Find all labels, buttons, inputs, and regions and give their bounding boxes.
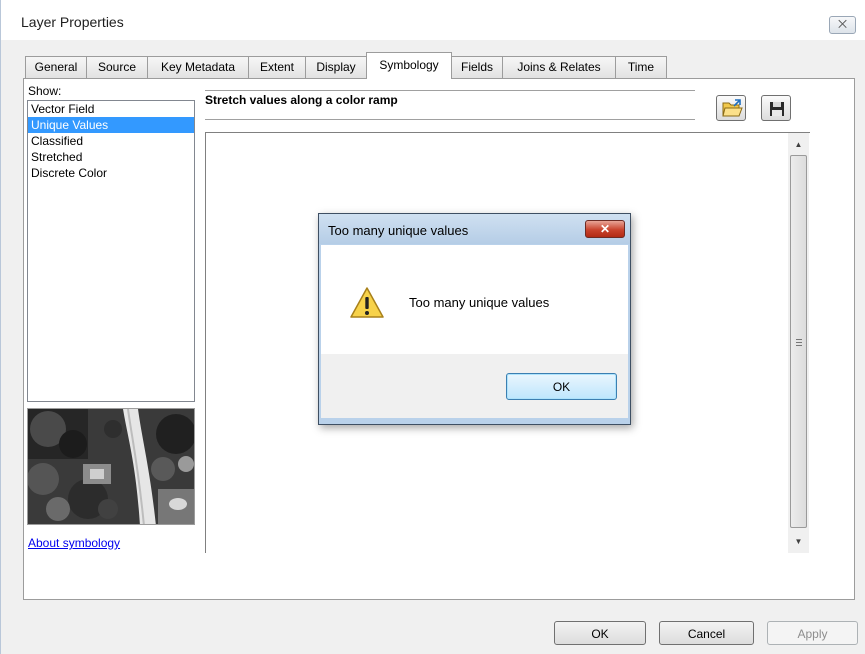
message-footer: OK	[321, 354, 628, 418]
warning-icon	[350, 287, 384, 318]
tab-time[interactable]: Time	[615, 56, 667, 78]
folder-open-icon	[722, 99, 743, 117]
renderer-list[interactable]: Vector Field Unique Values Classified St…	[27, 100, 195, 402]
show-label: Show:	[28, 84, 62, 98]
message-ok-button[interactable]: OK	[506, 373, 617, 400]
ok-button[interactable]: OK	[554, 621, 646, 645]
message-body: Too many unique values	[321, 245, 628, 354]
message-text: Too many unique values	[409, 295, 550, 310]
scroll-up-icon[interactable]: ▲	[788, 136, 809, 153]
renderer-item-vector-field[interactable]: Vector Field	[28, 101, 194, 117]
message-close-button[interactable]: ✕	[585, 220, 625, 238]
renderer-heading: Stretch values along a color ramp	[205, 90, 695, 107]
close-button[interactable]: ⨉	[829, 16, 856, 34]
symbology-preview-image	[27, 408, 195, 525]
aerial-photo-thumbnail	[28, 409, 194, 524]
title-bar: Layer Properties ⨉	[1, 0, 865, 40]
scroll-thumb[interactable]	[790, 155, 807, 528]
close-icon: ⨉	[838, 19, 847, 31]
renderer-item-discrete-color[interactable]: Discrete Color	[28, 165, 194, 181]
floppy-disk-icon	[770, 102, 784, 116]
scroll-down-icon[interactable]: ▼	[788, 533, 809, 550]
tab-general[interactable]: General	[25, 56, 87, 78]
message-title: Too many unique values	[328, 223, 469, 238]
tab-key-metadata[interactable]: Key Metadata	[147, 56, 249, 78]
tab-fields[interactable]: Fields	[451, 56, 503, 78]
cancel-button[interactable]: Cancel	[659, 621, 754, 645]
grip-icon	[796, 339, 802, 346]
tab-display[interactable]: Display	[305, 56, 367, 78]
renderer-item-classified[interactable]: Classified	[28, 133, 194, 149]
message-title-bar: Too many unique values ✕	[319, 214, 630, 244]
about-symbology-link[interactable]: About symbology	[28, 536, 120, 550]
tab-joins-relates[interactable]: Joins & Relates	[502, 56, 616, 78]
layer-properties-window: Layer Properties ⨉ General Source Key Me…	[0, 0, 865, 654]
apply-button[interactable]: Apply	[767, 621, 858, 645]
message-dialog: Too many unique values ✕ Too many unique…	[318, 213, 631, 425]
renderer-item-stretched[interactable]: Stretched	[28, 149, 194, 165]
import-button[interactable]	[716, 95, 746, 121]
tab-symbology[interactable]: Symbology	[366, 52, 452, 79]
save-button[interactable]	[761, 95, 791, 121]
renderer-item-unique-values[interactable]: Unique Values	[28, 117, 194, 133]
vertical-scrollbar[interactable]: ▲ ▼	[788, 133, 809, 553]
close-icon: ✕	[599, 222, 611, 236]
tab-source[interactable]: Source	[86, 56, 148, 78]
tab-extent[interactable]: Extent	[248, 56, 306, 78]
window-title: Layer Properties	[21, 14, 124, 30]
heading-divider	[205, 119, 695, 120]
